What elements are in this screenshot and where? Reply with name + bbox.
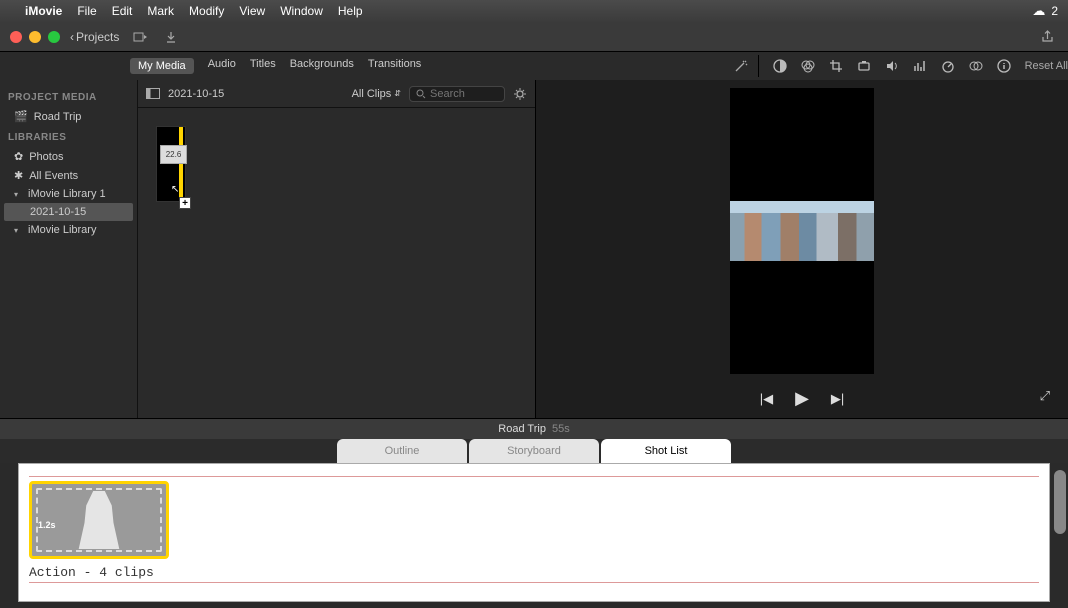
sidebar-item-all-events[interactable]: ✱ All Events <box>0 166 137 185</box>
shot-clip[interactable]: 1.2s <box>29 481 169 559</box>
sidebar: PROJECT MEDIA 🎬 Road Trip LIBRARIES ✿ Ph… <box>0 80 138 418</box>
sidebar-label: Road Trip <box>34 111 82 123</box>
crop-icon[interactable] <box>829 59 843 73</box>
sidebar-item-photos[interactable]: ✿ Photos <box>0 147 137 166</box>
menu-mark[interactable]: Mark <box>147 4 174 18</box>
tab-storyboard[interactable]: Storyboard <box>469 439 599 463</box>
gear-icon[interactable] <box>513 87 527 101</box>
timeline-panel: Road Trip 55s Outline Storyboard Shot Li… <box>0 418 1068 608</box>
window-controls <box>10 31 60 43</box>
add-icon: + <box>179 197 191 209</box>
wechat-icon[interactable]: ☁ <box>1032 3 1045 19</box>
cursor-icon: ↖ <box>171 184 179 195</box>
window-toolbar: ‹ Projects <box>0 22 1068 52</box>
sidebar-label: iMovie Library 1 <box>28 188 106 200</box>
preview-canvas[interactable] <box>730 88 874 374</box>
clip-duration-badge: 22.6 <box>160 145 187 164</box>
flower-icon: ✿ <box>14 150 23 163</box>
transport-controls: |◀ ▶ ▶| <box>760 388 845 409</box>
projects-back-button[interactable]: ‹ Projects <box>70 30 119 44</box>
app-name[interactable]: iMovie <box>25 4 62 18</box>
search-input[interactable] <box>430 88 490 100</box>
preview-image <box>730 201 874 261</box>
speed-icon[interactable] <box>941 59 955 73</box>
reset-all-button[interactable]: Reset All <box>1025 60 1068 72</box>
chevron-down-icon[interactable]: ▾ <box>14 226 22 235</box>
browser-toolbar: 2021-10-15 All Clips ⇵ <box>138 80 535 108</box>
shot-row: 1.2s Action - 4 clips <box>29 476 1039 583</box>
viewer: |◀ ▶ ▶| ⤢ <box>536 80 1068 418</box>
scrollbar-thumb[interactable] <box>1054 470 1066 534</box>
browser-content[interactable]: 22.6 ↖ + <box>138 108 535 418</box>
tab-audio[interactable]: Audio <box>208 58 236 74</box>
projects-label: Projects <box>76 30 119 44</box>
media-browser: 2021-10-15 All Clips ⇵ 22.6 ↖ + <box>138 80 536 418</box>
minimize-button[interactable] <box>29 31 41 43</box>
menu-help[interactable]: Help <box>338 4 363 18</box>
tab-titles[interactable]: Titles <box>250 58 276 74</box>
menu-file[interactable]: File <box>77 4 96 18</box>
tab-my-media[interactable]: My Media <box>130 58 194 74</box>
play-button[interactable]: ▶ <box>795 388 809 409</box>
share-icon[interactable] <box>1037 30 1058 43</box>
sidebar-header-project: PROJECT MEDIA <box>0 86 137 107</box>
filter-icon[interactable] <box>969 59 983 73</box>
prev-button[interactable]: |◀ <box>760 391 773 407</box>
selection-handle[interactable] <box>179 127 183 201</box>
color-balance-icon[interactable] <box>773 59 787 73</box>
project-title: Road Trip <box>498 423 546 435</box>
star-icon: ✱ <box>14 169 23 182</box>
sidebar-label: Photos <box>29 151 63 163</box>
menu-modify[interactable]: Modify <box>189 4 224 18</box>
next-button[interactable]: ▶| <box>831 391 844 407</box>
project-duration: 55s <box>552 423 570 435</box>
wechat-count: 2 <box>1051 4 1058 18</box>
clip-thumbnail[interactable]: 22.6 ↖ + <box>156 126 186 202</box>
updown-icon: ⇵ <box>394 89 401 98</box>
sidebar-item-road-trip[interactable]: 🎬 Road Trip <box>0 107 137 126</box>
all-clips-label: All Clips <box>352 88 392 100</box>
equalizer-icon[interactable] <box>913 59 927 73</box>
menu-edit[interactable]: Edit <box>112 4 133 18</box>
all-clips-dropdown[interactable]: All Clips ⇵ <box>352 88 401 100</box>
import-icon[interactable] <box>129 30 151 44</box>
volume-icon[interactable] <box>885 59 899 73</box>
search-field[interactable] <box>409 86 505 102</box>
tab-backgrounds[interactable]: Backgrounds <box>290 58 354 74</box>
sidebar-label: All Events <box>29 170 78 182</box>
sidebar-header-libraries: LIBRARIES <box>0 126 137 147</box>
menu-window[interactable]: Window <box>280 4 323 18</box>
zoom-button[interactable] <box>48 31 60 43</box>
browser-title: 2021-10-15 <box>168 88 224 100</box>
clip-duration: 1.2s <box>38 520 56 530</box>
tab-shot-list[interactable]: Shot List <box>601 439 731 463</box>
sidebar-label: iMovie Library <box>28 224 96 236</box>
project-title-bar: Road Trip 55s <box>0 419 1068 439</box>
sidebar-item-library-1[interactable]: ▾ iMovie Library 1 <box>0 185 137 203</box>
download-icon[interactable] <box>161 31 181 43</box>
menu-view[interactable]: View <box>239 4 265 18</box>
main-split: PROJECT MEDIA 🎬 Road Trip LIBRARIES ✿ Ph… <box>0 80 1068 418</box>
shot-list[interactable]: 1.2s Action - 4 clips <box>18 463 1050 602</box>
sidebar-item-2021-10-15[interactable]: 2021-10-15 <box>4 203 133 221</box>
close-button[interactable] <box>10 31 22 43</box>
stabilize-icon[interactable] <box>857 59 871 73</box>
mode-tabs: Outline Storyboard Shot List <box>0 439 1068 463</box>
chevron-down-icon[interactable]: ▾ <box>14 190 22 199</box>
sidebar-label: 2021-10-15 <box>30 206 86 218</box>
fullscreen-icon[interactable]: ⤢ <box>1040 388 1050 404</box>
info-icon[interactable] <box>997 59 1011 73</box>
sidebar-toggle-icon[interactable] <box>146 88 160 99</box>
media-tabs-row: My Media Audio Titles Backgrounds Transi… <box>0 52 1068 80</box>
shot-row-label: Action - 4 clips <box>29 565 1039 580</box>
tab-transitions[interactable]: Transitions <box>368 58 421 74</box>
chevron-left-icon: ‹ <box>70 30 74 44</box>
clapper-icon: 🎬 <box>14 110 28 123</box>
color-correction-icon[interactable] <box>801 59 815 73</box>
enhance-wand-icon[interactable] <box>724 55 759 77</box>
search-icon <box>416 89 426 99</box>
sidebar-item-library-2[interactable]: ▾ iMovie Library <box>0 221 137 239</box>
mac-menubar: iMovie File Edit Mark Modify View Window… <box>0 0 1068 22</box>
tab-outline[interactable]: Outline <box>337 439 467 463</box>
